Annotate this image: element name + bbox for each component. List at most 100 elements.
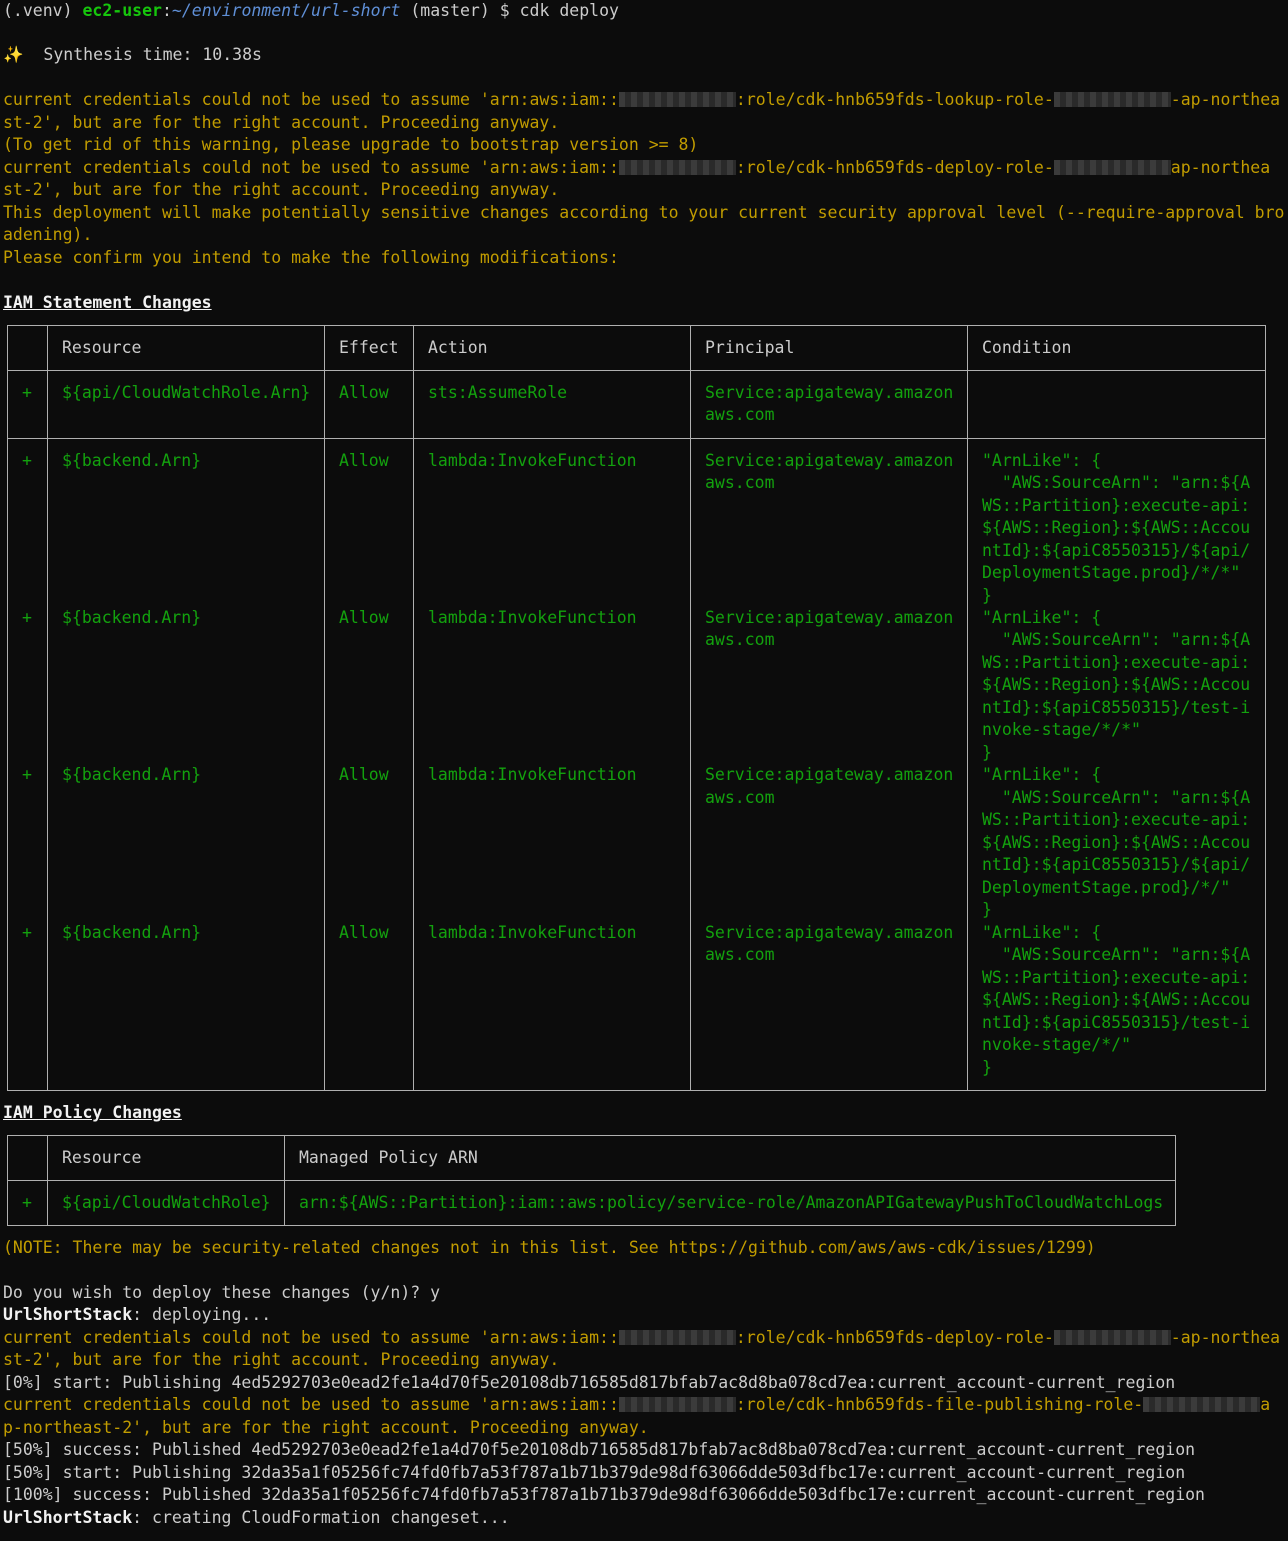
table-border xyxy=(7,1180,1176,1181)
change-sign: + xyxy=(22,383,32,402)
cell-resource: ${backend.Arn} xyxy=(62,608,202,627)
cell-principal: Service:apigateway.amazon xyxy=(705,383,954,402)
cell-condition: WS::Partition}:execute-api: xyxy=(982,810,1251,829)
cell-principal: Service:apigateway.amazon xyxy=(705,608,954,627)
cell-resource: ${api/CloudWatchRole} xyxy=(62,1193,271,1212)
cell-resource: ${api/CloudWatchRole.Arn} xyxy=(62,383,311,402)
cell-condition: ntId}:${apiC8550315}/test-i xyxy=(982,1013,1251,1032)
deploying-status: : deploying... xyxy=(132,1305,272,1324)
table-border xyxy=(7,1135,8,1226)
bootstrap-note: (To get rid of this warning, please upgr… xyxy=(3,135,699,154)
table-border xyxy=(7,370,1266,371)
warning-role: :role/cdk-hnb659fds-lookup-role- xyxy=(735,90,1054,109)
column-header-resource: Resource xyxy=(62,338,142,357)
cell-condition: ${AWS::Region}:${AWS::Accou xyxy=(982,675,1251,694)
cell-condition: ${AWS::Region}:${AWS::Accou xyxy=(982,833,1251,852)
warning-text: current credentials could not be used to… xyxy=(3,158,619,177)
cell-resource: ${backend.Arn} xyxy=(62,765,202,784)
cell-effect: Allow xyxy=(339,765,389,784)
confirm-line: Please confirm you intend to make the fo… xyxy=(3,248,619,267)
cell-condition: "AWS:SourceArn": "arn:${A xyxy=(982,473,1251,492)
iam-policy-heading: IAM Policy Changes xyxy=(3,1103,182,1122)
table-border xyxy=(47,325,48,1091)
cell-condition: "ArnLike": { xyxy=(982,608,1102,627)
cell-condition: WS::Partition}:execute-api: xyxy=(982,496,1251,515)
warning-region: -ap-northea xyxy=(1170,90,1281,109)
cell-condition: nvoke-stage/*/" xyxy=(982,1035,1132,1054)
change-sign: + xyxy=(22,923,32,942)
table-border xyxy=(7,438,1266,439)
table-border xyxy=(7,1090,1266,1091)
cell-effect: Allow xyxy=(339,383,389,402)
cell-condition: "AWS:SourceArn": "arn:${A xyxy=(982,945,1251,964)
cell-resource: ${backend.Arn} xyxy=(62,923,202,942)
credentials-warning-4-cont: p-northeast-2', but are for the right ac… xyxy=(3,1418,649,1437)
publish-success-50: [50%] success: Published 4ed5292703e0ead… xyxy=(3,1440,1196,1459)
prompt-path: ~/environment/url-short xyxy=(171,1,401,20)
change-sign: + xyxy=(22,451,32,470)
cell-resource: ${backend.Arn} xyxy=(62,451,202,470)
synthesis-line: ✨ Synthesis time: 10.38s xyxy=(3,44,262,66)
publish-success-100: [100%] success: Published 32da35a1f05256… xyxy=(3,1485,1205,1504)
venv-label: (.venv) xyxy=(3,1,73,20)
warning-role: :role/cdk-hnb659fds-deploy-role- xyxy=(735,1328,1054,1347)
credentials-warning-1: current credentials could not be used to… xyxy=(3,89,1280,111)
changeset-line: UrlShortStack: creating CloudFormation c… xyxy=(3,1507,510,1529)
changeset-status: : creating CloudFormation changeset... xyxy=(132,1508,510,1527)
redacted-account-id xyxy=(618,1330,736,1345)
table-border xyxy=(1175,1135,1176,1226)
cell-condition: } xyxy=(982,1058,992,1077)
column-header-resource: Resource xyxy=(62,1148,142,1167)
cell-principal: aws.com xyxy=(705,405,775,424)
cell-condition: nvoke-stage/*/*" xyxy=(982,720,1141,739)
table-border xyxy=(284,1135,285,1226)
synthesis-time: Synthesis time: 10.38s xyxy=(43,45,262,64)
warning-region: -ap-northea xyxy=(1170,1328,1281,1347)
table-border xyxy=(1265,325,1266,1091)
cell-action: lambda:InvokeFunction xyxy=(428,765,637,784)
table-border xyxy=(7,325,8,1091)
table-border xyxy=(7,1225,1176,1226)
cell-principal: aws.com xyxy=(705,630,775,649)
cell-condition: ntId}:${apiC8550315}/${api/ xyxy=(982,541,1251,560)
sparkles-icon: ✨ xyxy=(3,45,24,64)
warning-region: ap-northea xyxy=(1170,158,1271,177)
cell-condition: ${AWS::Region}:${AWS::Accou xyxy=(982,518,1251,537)
cell-principal: Service:apigateway.amazon xyxy=(705,765,954,784)
redacted-account-id xyxy=(1053,92,1171,107)
cell-condition: "AWS:SourceArn": "arn:${A xyxy=(982,788,1251,807)
cell-condition: } xyxy=(982,743,992,762)
table-border xyxy=(47,1135,48,1226)
column-header-effect: Effect xyxy=(339,338,399,357)
typed-command: cdk deploy xyxy=(519,1,619,20)
prompt-separator: : xyxy=(161,1,172,20)
iam-statement-heading: IAM Statement Changes xyxy=(3,293,212,312)
cell-condition: } xyxy=(982,900,992,919)
publish-start-0: [0%] start: Publishing 4ed5292703e0ead2f… xyxy=(3,1373,1176,1392)
warning-region: a xyxy=(1260,1395,1271,1414)
table-border xyxy=(324,325,325,1091)
sensitive-changes-line-cont: adening). xyxy=(3,225,93,244)
cell-condition: "AWS:SourceArn": "arn:${A xyxy=(982,630,1251,649)
cell-effect: Allow xyxy=(339,923,389,942)
stack-name: UrlShortStack xyxy=(3,1305,133,1324)
prompt-branch: (master) xyxy=(410,1,490,20)
cell-action: lambda:InvokeFunction xyxy=(428,608,637,627)
prompt-symbol: $ xyxy=(499,1,510,20)
warning-role: :role/cdk-hnb659fds-file-publishing-role… xyxy=(735,1395,1144,1414)
shell-prompt-line: (.venv) ec2-user:~/environment/url-short… xyxy=(3,0,619,22)
redacted-account-id xyxy=(618,1397,736,1412)
cell-condition: "ArnLike": { xyxy=(982,923,1102,942)
cell-condition: ntId}:${apiC8550315}/test-i xyxy=(982,698,1251,717)
redacted-account-id xyxy=(1143,1397,1261,1412)
deploying-line: UrlShortStack: deploying... xyxy=(3,1304,271,1326)
cell-condition: ntId}:${apiC8550315}/${api/ xyxy=(982,855,1251,874)
cell-principal: aws.com xyxy=(705,473,775,492)
column-header-action: Action xyxy=(428,338,488,357)
cell-action: lambda:InvokeFunction xyxy=(428,923,637,942)
redacted-account-id xyxy=(1053,1330,1171,1345)
cell-condition: "ArnLike": { xyxy=(982,451,1102,470)
credentials-warning-1-cont: st-2', but are for the right account. Pr… xyxy=(3,113,560,132)
terminal-window[interactable]: (.venv) ec2-user:~/environment/url-short… xyxy=(0,0,1288,1541)
credentials-warning-3-cont: st-2', but are for the right account. Pr… xyxy=(3,1350,560,1369)
